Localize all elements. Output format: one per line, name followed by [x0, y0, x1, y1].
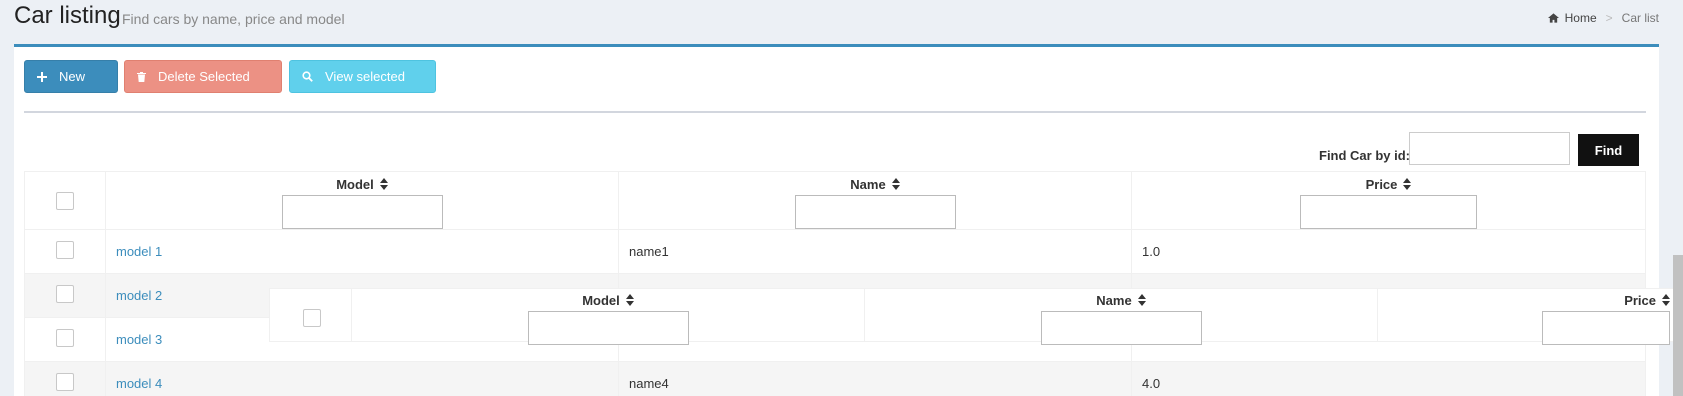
- floating-column-header-price[interactable]: Price: [1377, 289, 1683, 345]
- new-button[interactable]: New: [24, 60, 118, 93]
- breadcrumb-home-link[interactable]: Home: [1565, 11, 1597, 25]
- page-scrollbar[interactable]: [1673, 255, 1683, 396]
- column-model-label: Model: [336, 177, 374, 192]
- sort-icon: [891, 178, 900, 190]
- name-filter-input[interactable]: [794, 195, 956, 229]
- row-checkbox-cell: [24, 361, 106, 396]
- sort-icon: [379, 178, 388, 190]
- row-checkbox[interactable]: [56, 329, 74, 347]
- floating-column-header-model[interactable]: Model: [351, 289, 864, 345]
- model-cell: model 1: [105, 229, 619, 274]
- new-button-label: New: [59, 69, 86, 84]
- table-row[interactable]: model 1 name1 1.0: [24, 229, 1646, 274]
- trash-icon: [137, 71, 146, 82]
- price-filter-input[interactable]: [1300, 195, 1477, 229]
- find-button[interactable]: Find: [1578, 134, 1639, 166]
- floating-column-model-label: Model: [582, 293, 620, 308]
- row-checkbox-cell: [24, 317, 106, 362]
- view-selected-button[interactable]: View selected: [289, 60, 436, 93]
- delete-selected-label: Delete Selected: [158, 69, 250, 84]
- sort-icon: [1662, 294, 1670, 306]
- floating-select-all-checkbox[interactable]: [303, 309, 321, 327]
- floating-column-header-name[interactable]: Name: [864, 289, 1377, 345]
- page-header: Car listing Find cars by name, price and…: [14, 0, 1659, 40]
- column-header-price[interactable]: Price: [1131, 171, 1646, 230]
- model-link[interactable]: model 1: [116, 244, 162, 259]
- floating-price-filter-input[interactable]: [1542, 311, 1670, 345]
- floating-name-filter-input[interactable]: [1040, 311, 1202, 345]
- find-car-label: Find Car by id:: [1319, 148, 1410, 163]
- column-price-label: Price: [1365, 177, 1398, 192]
- home-icon: [1547, 13, 1559, 23]
- sort-icon: [625, 294, 634, 306]
- row-checkbox[interactable]: [56, 373, 74, 391]
- floating-column-price-label: Price: [1624, 293, 1656, 308]
- row-checkbox[interactable]: [56, 285, 74, 303]
- row-checkbox[interactable]: [56, 241, 74, 259]
- column-header-model[interactable]: Model: [105, 171, 619, 230]
- car-list-box: New Delete Selected View selected Find C…: [14, 44, 1659, 396]
- name-cell: name1: [618, 229, 1132, 274]
- floating-table-header: Model Name Price: [269, 288, 1683, 345]
- model-link[interactable]: model 3: [116, 332, 162, 347]
- model-cell: model 4: [105, 361, 619, 396]
- breadcrumb-current: Car list: [1621, 11, 1659, 25]
- floating-column-name-label: Name: [1096, 293, 1132, 308]
- sort-icon: [1403, 178, 1412, 190]
- model-link[interactable]: model 4: [116, 376, 162, 391]
- column-name-label: Name: [850, 177, 886, 192]
- model-filter-input[interactable]: [281, 195, 443, 229]
- floating-model-filter-input[interactable]: [527, 311, 689, 345]
- sort-icon: [1137, 294, 1146, 306]
- breadcrumb: Home > Car list: [1547, 11, 1659, 25]
- page-title: Car listing: [14, 2, 121, 29]
- table-row[interactable]: model 4 name4 4.0: [24, 361, 1646, 396]
- find-car-input[interactable]: [1409, 132, 1570, 165]
- search-icon: [302, 71, 313, 82]
- row-checkbox-cell: [24, 273, 106, 318]
- model-link[interactable]: model 2: [116, 288, 162, 303]
- breadcrumb-separator: >: [1605, 11, 1613, 25]
- price-cell: 1.0: [1131, 229, 1646, 274]
- view-selected-label: View selected: [325, 69, 405, 84]
- plus-icon: [37, 71, 47, 82]
- delete-selected-button[interactable]: Delete Selected: [124, 60, 282, 93]
- select-all-checkbox[interactable]: [56, 192, 74, 210]
- table-header-row: Model Name Price: [24, 171, 1646, 230]
- row-checkbox-cell: [24, 229, 106, 274]
- toolbar-divider: [24, 111, 1646, 113]
- price-cell: 4.0: [1131, 361, 1646, 396]
- name-cell: name4: [618, 361, 1132, 396]
- page-subtitle: Find cars by name, price and model: [122, 11, 345, 27]
- car-table: Model Name Price model 1 name1 1.0 model…: [24, 171, 1646, 396]
- select-all-cell: [24, 171, 106, 230]
- column-header-name[interactable]: Name: [618, 171, 1132, 230]
